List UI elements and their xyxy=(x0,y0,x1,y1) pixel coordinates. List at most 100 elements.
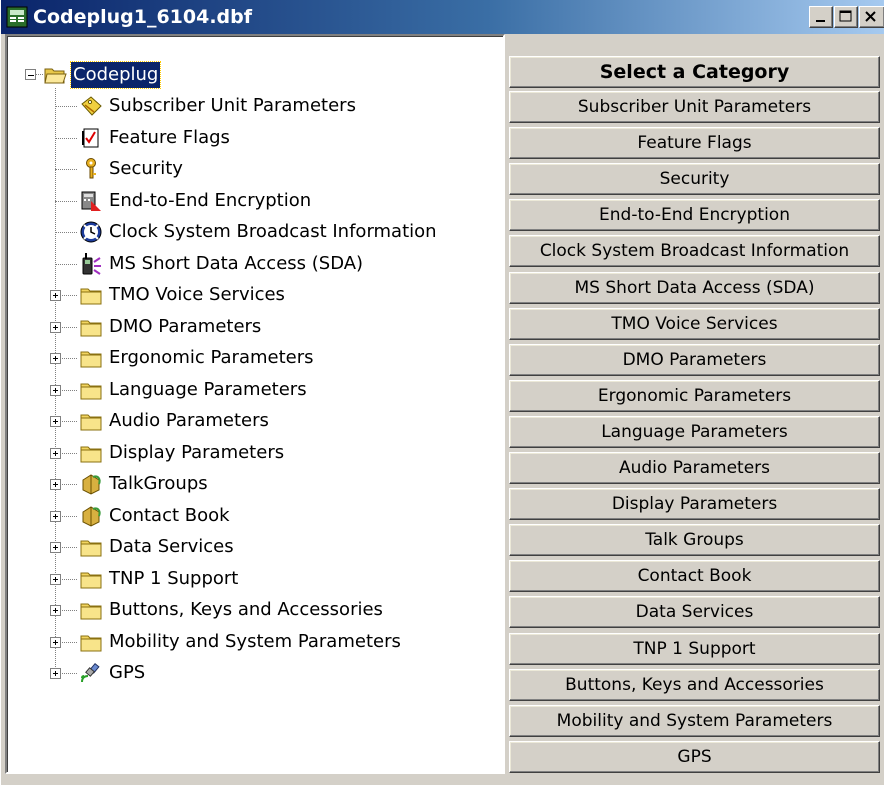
folder-icon xyxy=(79,378,103,402)
expand-toggle[interactable] xyxy=(50,668,61,679)
category-button-end-to-end-encryption[interactable]: End-to-End Encryption xyxy=(509,199,880,232)
category-button-buttons-keys-and-accessories[interactable]: Buttons, Keys and Accessories xyxy=(509,668,880,701)
folder-icon xyxy=(79,283,103,307)
tree-item-end-to-end-encryption[interactable]: End-to-End Encryption xyxy=(77,186,497,216)
category-button-ergonomic-parameters[interactable]: Ergonomic Parameters xyxy=(509,379,880,412)
category-button-data-services[interactable]: Data Services xyxy=(509,596,880,629)
tree-item-label: Language Parameters xyxy=(109,378,307,400)
tree-item-ms-short-data-access-sda[interactable]: MS Short Data Access (SDA) xyxy=(77,249,497,279)
tree-item-label: Audio Parameters xyxy=(109,410,269,431)
maximize-button[interactable] xyxy=(834,6,858,28)
category-button-language-parameters[interactable]: Language Parameters xyxy=(509,415,880,448)
tree-item-label: Security xyxy=(109,158,183,179)
expand-toggle[interactable] xyxy=(50,636,61,648)
tree-item-tmo-voice-services[interactable]: TMO Voice Services xyxy=(77,280,497,310)
category-button-ms-short-data-access-sda[interactable]: MS Short Data Access (SDA) xyxy=(509,271,880,304)
tree-item-codeplug[interactable]: Codeplug xyxy=(43,60,243,90)
tree-item-subscriber-unit-parameters[interactable]: Subscriber Unit Parameters xyxy=(77,91,497,121)
category-button-subscriber-unit-parameters[interactable]: Subscriber Unit Parameters xyxy=(509,91,880,123)
tree-item-talkgroups[interactable]: TalkGroups xyxy=(77,469,497,499)
tree-item-language-parameters[interactable]: Language Parameters xyxy=(77,375,497,405)
tree-item-security[interactable]: Security xyxy=(77,154,497,184)
tree-item-label: Mobility and System Parameters xyxy=(109,630,401,652)
satellite-icon xyxy=(79,661,103,685)
category-button-clock-system-broadcast-information[interactable]: Clock System Broadcast Information xyxy=(509,235,880,268)
clock-icon xyxy=(79,220,103,244)
select-category-header: Select a Category xyxy=(509,56,880,88)
app-icon xyxy=(6,6,28,28)
tree-item-dmo-parameters[interactable]: DMO Parameters xyxy=(77,312,497,342)
folder-icon xyxy=(79,598,103,622)
folder-icon xyxy=(79,346,103,370)
expand-toggle[interactable] xyxy=(50,290,61,301)
tree-item-gps[interactable]: GPS xyxy=(77,658,497,688)
category-button-security[interactable]: Security xyxy=(509,163,880,196)
expand-toggle[interactable] xyxy=(50,321,61,333)
category-button-tnp-1-support[interactable]: TNP 1 Support xyxy=(509,632,880,665)
expand-toggle[interactable] xyxy=(50,605,61,616)
tree-item-label: GPS xyxy=(109,662,146,683)
close-button[interactable] xyxy=(859,6,884,28)
tree-connector-line xyxy=(55,200,77,202)
folder-icon xyxy=(79,409,103,433)
folder-icon xyxy=(79,567,103,591)
tree-item-label: Feature Flags xyxy=(109,126,230,148)
category-button-audio-parameters[interactable]: Audio Parameters xyxy=(509,452,880,484)
folder-icon xyxy=(79,441,103,465)
category-button-dmo-parameters[interactable]: DMO Parameters xyxy=(509,343,880,376)
category-panel: Subscriber Unit Parameters Feature Flags S… xyxy=(509,56,880,781)
category-button-tmo-voice-services[interactable]: TMO Voice Services xyxy=(509,307,880,340)
tree-item-label: End-to-End Encryption xyxy=(109,189,312,211)
expand-toggle[interactable] xyxy=(50,447,61,459)
expand-toggle[interactable] xyxy=(50,416,61,427)
tree-item-label: Clock System Broadcast Information xyxy=(109,221,437,242)
expand-toggle[interactable] xyxy=(50,479,61,490)
tree-connector-line xyxy=(55,263,77,265)
tree-item-label: Data Services xyxy=(109,536,234,557)
tree-item-feature-flags[interactable]: Feature Flags xyxy=(77,123,497,153)
tree-item-label: TNP 1 Support xyxy=(109,567,239,589)
tree-item-ergonomic-parameters[interactable]: Ergonomic Parameters xyxy=(77,343,497,373)
tree-item-contact-book[interactable]: Contact Book xyxy=(77,501,497,531)
category-button-talk-groups[interactable]: Talk Groups xyxy=(509,524,880,557)
tree-item-label: Display Parameters xyxy=(109,441,285,463)
expand-toggle[interactable] xyxy=(50,353,61,364)
category-button-display-parameters[interactable]: Display Parameters xyxy=(509,488,880,521)
folder-icon xyxy=(79,535,103,559)
category-button-mobility-and-system-parameters[interactable]: Mobility and System Parameters xyxy=(509,704,880,737)
collapse-toggle[interactable] xyxy=(25,69,36,80)
encryption-icon xyxy=(79,189,103,213)
category-button-gps[interactable]: GPS xyxy=(509,740,880,773)
expand-toggle[interactable] xyxy=(50,384,61,396)
tree-item-display-parameters[interactable]: Display Parameters xyxy=(77,438,497,468)
title-bar[interactable]: Codeplug1_6104.dbf xyxy=(1,0,884,34)
radio-icon xyxy=(79,252,103,276)
codeplug-tree-view[interactable]: Codeplug Subscriber Unit Parameters Featur… xyxy=(5,34,505,774)
tree-item-audio-parameters[interactable]: Audio Parameters xyxy=(77,406,497,436)
tree-connector-line xyxy=(36,74,43,75)
key-icon xyxy=(79,157,103,181)
expand-toggle[interactable] xyxy=(50,510,61,522)
category-button-contact-book[interactable]: Contact Book xyxy=(509,560,880,593)
tree-item-clock-system-broadcast-information[interactable]: Clock System Broadcast Information xyxy=(77,217,497,247)
tree-item-label: MS Short Data Access (SDA) xyxy=(109,252,364,274)
tree-connector-line xyxy=(55,169,77,170)
window-title: Codeplug1_6104.dbf xyxy=(33,6,253,28)
tree-item-label: Ergonomic Parameters xyxy=(109,347,314,368)
tree-item-label: Codeplug xyxy=(69,61,162,89)
tree-item-mobility-and-system-parameters[interactable]: Mobility and System Parameters xyxy=(77,627,497,657)
tree-item-tnp-1-support[interactable]: TNP 1 Support xyxy=(77,564,497,594)
tree-item-label: Buttons, Keys and Accessories xyxy=(109,599,383,620)
tree-item-label: Subscriber Unit Parameters xyxy=(109,95,356,116)
folder-icon xyxy=(79,315,103,339)
tree-item-buttons-keys-and-accessories[interactable]: Buttons, Keys and Accessories xyxy=(77,595,497,625)
tree-item-data-services[interactable]: Data Services xyxy=(77,532,497,562)
expand-toggle[interactable] xyxy=(50,573,61,585)
expand-toggle[interactable] xyxy=(50,542,61,553)
status-strip xyxy=(1,778,884,785)
category-button-feature-flags[interactable]: Feature Flags xyxy=(509,127,880,160)
minimize-button[interactable] xyxy=(809,6,833,28)
tree-item-label: TMO Voice Services xyxy=(109,284,285,305)
tree-connector-line xyxy=(55,137,77,139)
maximize-icon xyxy=(839,10,852,22)
